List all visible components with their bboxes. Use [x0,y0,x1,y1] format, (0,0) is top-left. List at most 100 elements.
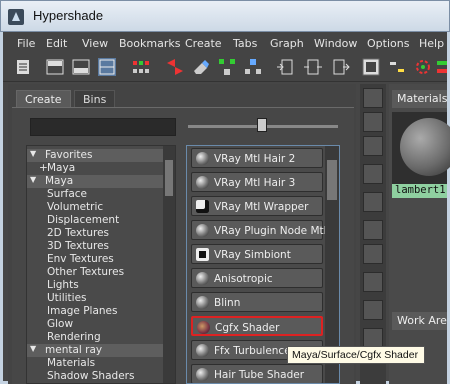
toggle-icon[interactable] [387,57,407,77]
tree-scrollbar-thumb[interactable] [165,160,173,196]
material-swatch[interactable] [392,112,450,184]
node-button[interactable]: Anisotropic [191,268,323,288]
menu-options[interactable]: Options [367,37,409,50]
graph-arrows-icon[interactable] [165,57,185,77]
vertical-tool-7[interactable] [363,244,383,264]
tree-item[interactable]: Rendering [27,331,163,344]
tree-item[interactable]: Other Textures [27,266,163,279]
menu-file[interactable]: File [17,37,35,50]
tab-work-area[interactable]: Work Area [392,312,447,330]
tree-item[interactable]: Volumetric [27,201,163,214]
input-icon[interactable] [275,57,295,77]
tree-item[interactable]: Displacement [27,214,163,227]
tree-scrollbar[interactable] [163,146,175,383]
vertical-tool-9[interactable] [363,300,383,320]
tree-item[interactable]: Utilities [27,292,163,305]
tree-item[interactable]: Surface [27,188,163,201]
simbiont-icon [196,248,209,261]
vertical-tool-3[interactable] [363,136,383,156]
tree-item[interactable]: + Maya [27,162,163,175]
expand-arrow-icon[interactable]: ▼ [30,149,36,158]
vertical-tool-1[interactable] [363,88,383,108]
menu-bookmarks[interactable]: Bookmarks [119,37,180,50]
eraser-icon[interactable] [191,57,211,77]
graph-downstream-icon[interactable] [243,57,263,77]
node-button[interactable]: Blinn [191,292,323,312]
node-label: Cgfx Shader [215,322,280,334]
icon-size-slider-handle[interactable] [257,118,267,132]
vertical-tool-6[interactable] [363,220,383,240]
tree-item-label: Surface [47,188,88,200]
node-button[interactable]: Cgfx Shader [191,316,323,336]
tree-item-label: 2D Textures [47,227,110,239]
tree-item[interactable]: Image Planes [27,305,163,318]
node-list-scrollbar-thumb[interactable] [327,160,337,200]
tree-item[interactable]: Glow [27,318,163,331]
sphere-icon [196,272,209,285]
tree-item[interactable]: 2D Textures [27,227,163,240]
vertical-tool-2[interactable] [363,112,383,132]
node-label: Hair Tube Shader [214,369,305,381]
tree-category-header[interactable]: ▼ Favorites [27,149,163,162]
node-label: VRay Mtl Hair 3 [214,177,296,189]
menu-window[interactable]: Window [314,37,357,50]
tab-create[interactable]: Create [16,90,71,108]
sphere-icon [196,368,209,381]
output-icon[interactable] [331,57,351,77]
vertical-tool-8[interactable] [363,272,383,292]
tree-item-label: 3D Textures [47,240,110,252]
tab-bins[interactable]: Bins [74,90,116,108]
search-input[interactable] [30,118,176,136]
expand-arrow-icon[interactable]: ▼ [30,175,36,184]
render-icon[interactable] [361,57,381,77]
node-label: VRay Simbiont [214,249,291,261]
node-button[interactable]: VRay Simbiont [191,244,323,264]
menu-help[interactable]: Help [419,37,444,50]
tree-item-label: Utilities [47,292,87,304]
node-button[interactable]: VRay Mtl Wrapper [191,196,323,216]
sphere-icon [196,224,209,237]
layout-both-icon[interactable] [97,57,117,77]
tree-item-label: Shadow Shaders [47,370,135,382]
graph-render-icon[interactable] [413,57,433,77]
node-button[interactable]: VRay Mtl Hair 2 [191,148,323,168]
vertical-tool-5[interactable] [363,192,383,212]
menu-tabs[interactable]: Tabs [233,37,257,50]
vertical-tool-10[interactable] [363,328,383,348]
node-button[interactable]: Hair Tube Shader [191,364,323,383]
tree-category-header[interactable]: ▼ mental ray [27,344,163,357]
menu-edit[interactable]: Edit [46,37,67,50]
tab-materials[interactable]: Materials [392,90,447,108]
node-label: VRay Plugin Node Mtl [214,225,327,237]
vertical-tool-4[interactable] [363,164,383,184]
node-label: Blinn [214,297,241,309]
tree-category-header[interactable]: ▼ Maya [27,175,163,188]
layout-bottom-icon[interactable] [71,57,91,77]
graph-network-icon[interactable] [131,57,151,77]
graph-extra-icon[interactable] [435,57,449,77]
tree-item[interactable]: Materials [27,357,163,370]
menu-bar: File Edit View Bookmarks Create Tabs Gra… [3,32,447,54]
sphere-icon [196,152,209,165]
tree-item-label: Maya [45,175,74,187]
node-button[interactable]: VRay Plugin Node Mtl [191,220,327,240]
tree-item[interactable]: Lights [27,279,163,292]
cgfx-icon [197,321,210,334]
node-button[interactable]: VRay Mtl Hair 3 [191,172,323,192]
menu-view[interactable]: View [82,37,108,50]
tree-item[interactable]: Shadow Shaders [27,370,163,383]
material-sphere-icon [400,118,450,176]
tree-item-label: Displacement [47,214,120,226]
expand-arrow-icon[interactable]: ▼ [30,344,36,353]
menu-create[interactable]: Create [185,37,222,50]
tree-item-label: Lights [47,279,79,291]
sphere-icon [196,344,209,357]
list-icon[interactable] [13,57,33,77]
graph-upstream-icon[interactable] [217,57,237,77]
input-output-icon[interactable] [303,57,323,77]
tree-item[interactable]: 3D Textures [27,240,163,253]
layout-top-icon[interactable] [45,57,65,77]
tree-item[interactable]: Env Textures [27,253,163,266]
node-category-tree: ▼ Favorites + Maya ▼ Maya Surface Volumetric Dis… [26,145,176,384]
menu-graph[interactable]: Graph [270,37,304,50]
